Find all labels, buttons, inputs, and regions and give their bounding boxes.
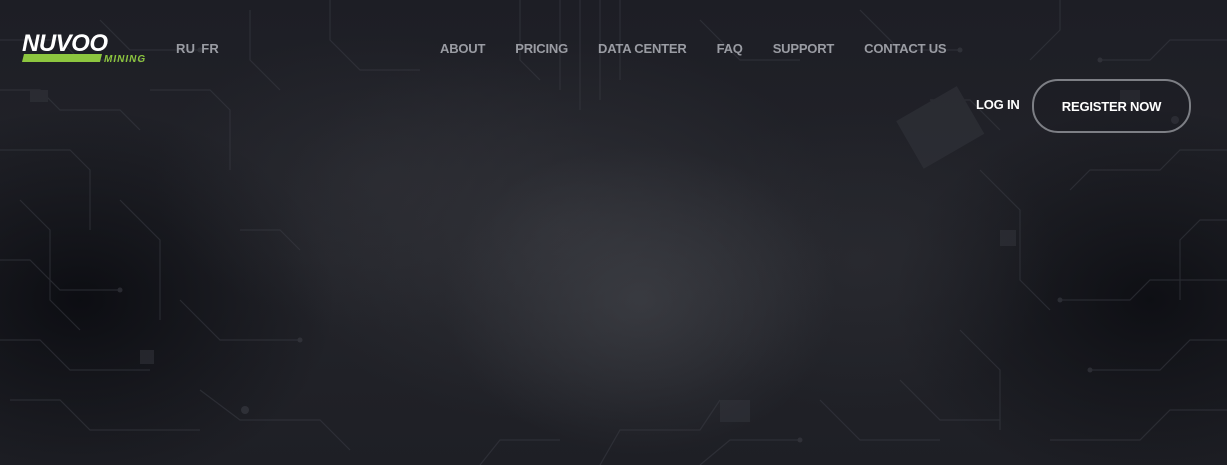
nav-pricing[interactable]: PRICING [515,41,568,56]
nav-faq[interactable]: FAQ [717,41,743,56]
hero-background: NUVOO MINING RU FR ABOUT PRICING DATA CE… [0,0,1227,465]
register-now-button[interactable]: REGISTER NOW [1032,79,1191,133]
nav-support[interactable]: SUPPORT [773,41,835,56]
nav-data-center[interactable]: DATA CENTER [598,41,687,56]
nav-contact-us[interactable]: CONTACT US [864,41,946,56]
language-switcher: RU FR [176,41,219,56]
main-nav: ABOUT PRICING DATA CENTER FAQ SUPPORT CO… [440,41,947,56]
logo-mark: NUVOO MINING [22,30,146,65]
lang-ru-link[interactable]: RU [176,41,195,56]
svg-text:NUVOO: NUVOO [22,30,108,57]
svg-text:MINING: MINING [104,54,146,65]
nav-about[interactable]: ABOUT [440,41,485,56]
site-header: NUVOO MINING RU FR ABOUT PRICING DATA CE… [0,0,1227,140]
login-link[interactable]: LOG IN [976,97,1020,112]
nuvoo-mining-logo[interactable]: NUVOO MINING [20,30,162,66]
lang-fr-link[interactable]: FR [201,41,219,56]
